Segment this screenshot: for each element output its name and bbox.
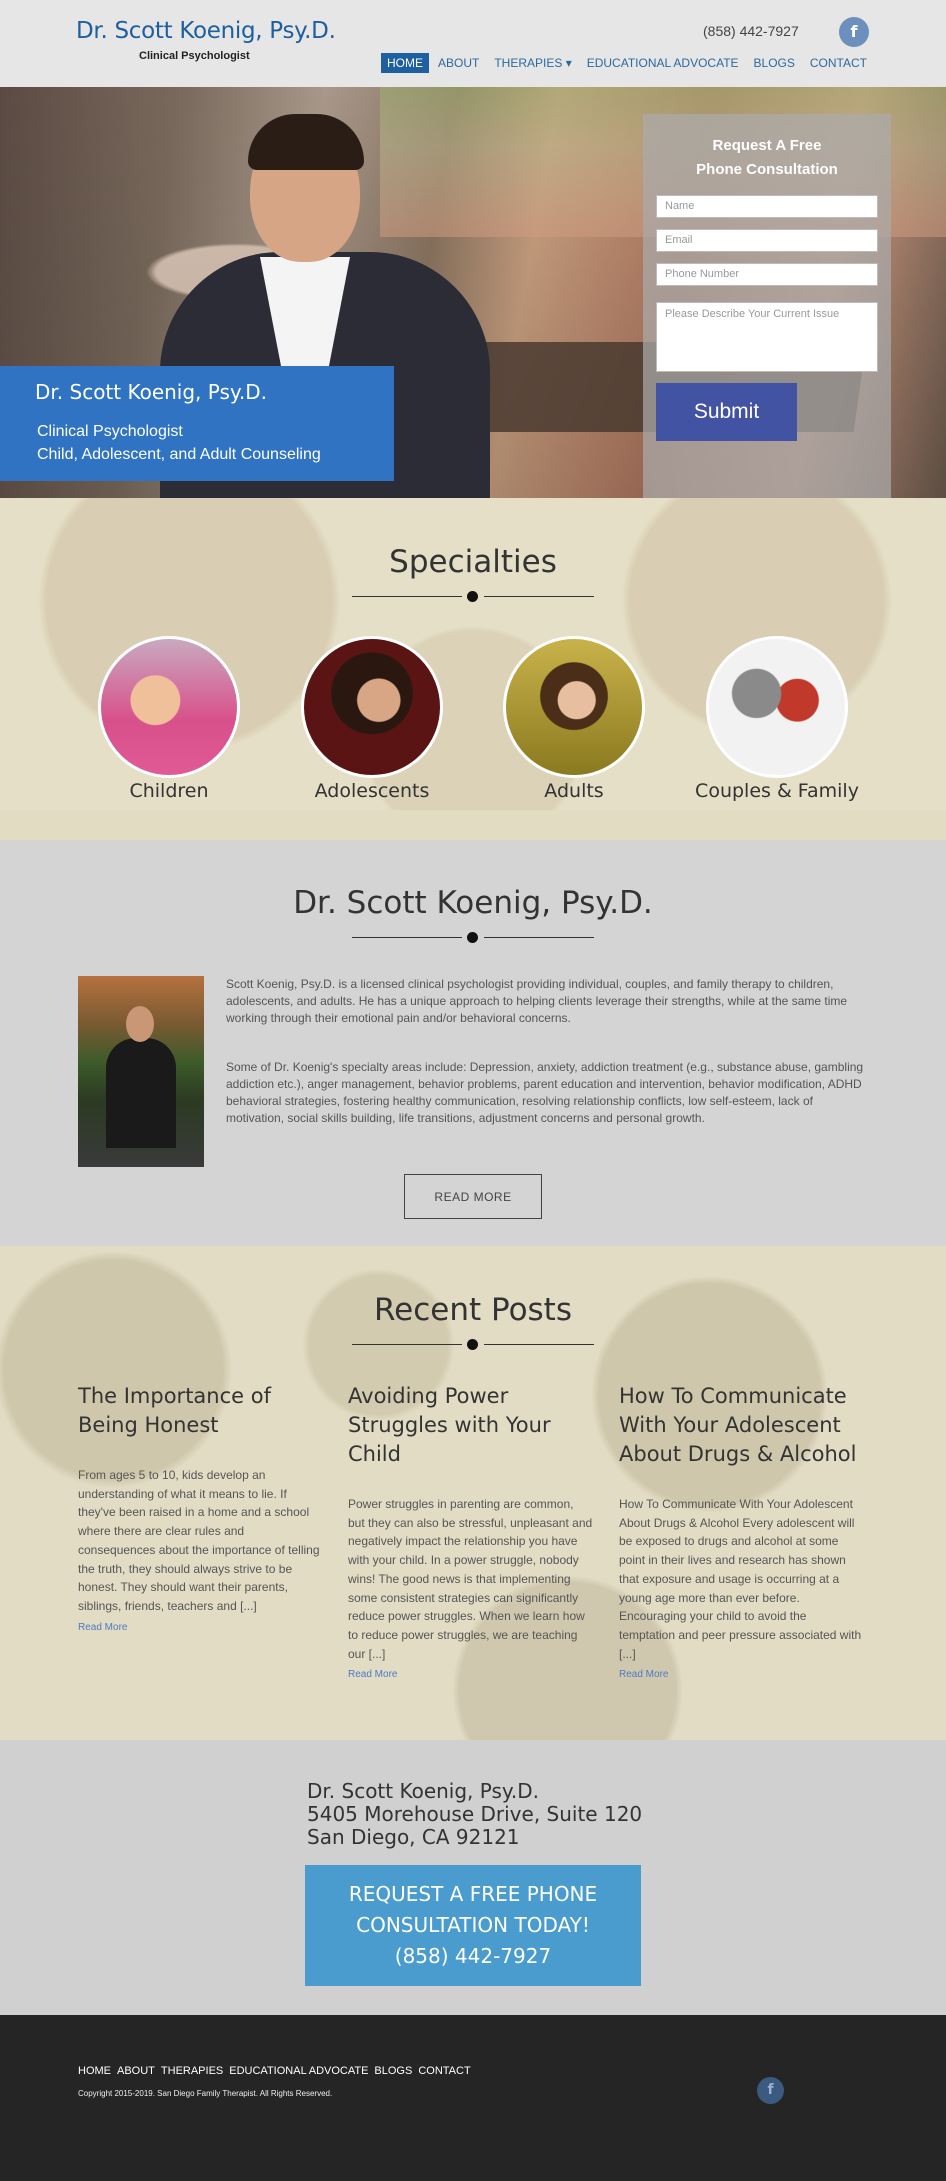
divider [352, 1338, 594, 1350]
contact-street: 5405 Morehouse Drive, Suite 120 [307, 1802, 643, 1826]
hero-line-2: Child, Adolescent, and Adult Counseling [37, 446, 321, 463]
phone-input[interactable]: Phone Number [656, 263, 878, 286]
post-excerpt: Power struggles in parenting are common,… [348, 1497, 593, 1661]
post-title[interactable]: How To Communicate With Your Adolescent … [619, 1382, 864, 1469]
read-more-button[interactable]: READ MORE [404, 1174, 542, 1219]
specialties-section: Specialties Children Adolescents Adults … [0, 498, 946, 840]
footer-nav-blogs[interactable]: BLOGS [374, 2065, 412, 2077]
couples-family-image [706, 636, 848, 778]
facebook-icon[interactable]: f [757, 2077, 784, 2104]
address-block: Dr. Scott Koenig, Psy.D. 5405 Morehouse … [307, 1780, 642, 1849]
specialties-title: Specialties [389, 544, 557, 580]
post-title[interactable]: Avoiding Power Struggles with Your Child [348, 1382, 593, 1469]
hero-name: Dr. Scott Koenig, Psy.D. [35, 380, 268, 404]
nav-about[interactable]: ABOUT [432, 53, 485, 73]
form-title: Request A Free Phone Consultation [696, 137, 838, 178]
logo-title[interactable]: Dr. Scott Koenig, Psy.D. [76, 18, 336, 44]
about-paragraph-2: Some of Dr. Koenig's specialty areas inc… [226, 1060, 864, 1125]
footer-nav-educational-advocate[interactable]: EDUCATIONAL ADVOCATE [229, 2065, 368, 2077]
main-nav: HOME ABOUT THERAPIES ▾ EDUCATIONAL ADVOC… [381, 53, 876, 73]
post-excerpt: How To Communicate With Your Adolescent … [619, 1497, 862, 1661]
footer-nav-therapies[interactable]: THERAPIES [161, 2065, 223, 2077]
posts-title: Recent Posts [373, 1292, 572, 1328]
post-excerpt: From ages 5 to 10, kids develop an under… [78, 1468, 320, 1613]
nav-blogs[interactable]: BLOGS [748, 53, 801, 73]
site-footer: HOME ABOUT THERAPIES EDUCATIONAL ADVOCAT… [0, 2015, 946, 2181]
email-input[interactable]: Email [656, 229, 878, 252]
hero-caption: Dr. Scott Koenig, Psy.D. Clinical Psycho… [0, 366, 394, 481]
consultation-form: Request A Free Phone Consultation Name E… [643, 114, 891, 498]
hero-line-1: Clinical Psychologist [37, 423, 183, 440]
specialty-children[interactable]: Children [79, 636, 259, 802]
facebook-icon[interactable]: f [839, 17, 869, 47]
divider [352, 590, 594, 602]
name-input[interactable]: Name [656, 195, 878, 218]
nav-home[interactable]: HOME [381, 53, 429, 73]
children-image [98, 636, 240, 778]
post-card: The Importance of Being Honest From ages… [78, 1382, 323, 1633]
specialty-adults[interactable]: Adults [484, 636, 664, 802]
post-title[interactable]: The Importance of Being Honest [78, 1382, 323, 1440]
divider [352, 931, 594, 943]
post-card: How To Communicate With Your Adolescent … [619, 1382, 864, 1680]
footer-nav-contact[interactable]: CONTACT [418, 2065, 470, 2077]
logo-subtitle: Clinical Psychologist [139, 50, 250, 62]
recent-posts-section: Recent Posts The Importance of Being Hon… [0, 1246, 946, 1740]
contact-section: Dr. Scott Koenig, Psy.D. 5405 Morehouse … [0, 1740, 946, 2015]
contact-city: San Diego, CA 92121 [307, 1825, 520, 1849]
nav-therapies[interactable]: THERAPIES ▾ [488, 53, 577, 73]
header-phone[interactable]: (858) 442-7927 [703, 23, 799, 39]
cta-button[interactable]: REQUEST A FREE PHONE CONSULTATION TODAY!… [305, 1865, 641, 1986]
post-read-more-link[interactable]: Read More [78, 1622, 323, 1633]
site-header: Dr. Scott Koenig, Psy.D. Clinical Psycho… [0, 0, 946, 87]
nav-contact[interactable]: CONTACT [804, 53, 873, 73]
contact-name: Dr. Scott Koenig, Psy.D. [307, 1779, 540, 1803]
post-read-more-link[interactable]: Read More [619, 1669, 864, 1680]
adults-image [503, 636, 645, 778]
submit-button[interactable]: Submit [656, 383, 797, 441]
issue-textarea[interactable]: Please Describe Your Current Issue [656, 302, 878, 372]
about-section: Dr. Scott Koenig, Psy.D. Scott Koenig, P… [0, 840, 946, 1246]
copyright: Copyright 2015-2019. San Diego Family Th… [78, 2089, 333, 2098]
post-read-more-link[interactable]: Read More [348, 1669, 593, 1680]
nav-educational-advocate[interactable]: EDUCATIONAL ADVOCATE [581, 53, 745, 73]
adolescents-image [301, 636, 443, 778]
about-paragraph-1: Scott Koenig, Psy.D. is a licensed clini… [226, 977, 848, 1025]
specialty-couples-family[interactable]: Couples & Family [687, 636, 867, 802]
footer-nav-home[interactable]: HOME [78, 2065, 111, 2077]
footer-nav-about[interactable]: ABOUT [117, 2065, 155, 2077]
about-title: Dr. Scott Koenig, Psy.D. [293, 885, 653, 921]
hero-banner: Dr. Scott Koenig, Psy.D. Clinical Psycho… [0, 87, 946, 498]
about-photo [78, 976, 204, 1167]
specialty-adolescents[interactable]: Adolescents [282, 636, 462, 802]
post-card: Avoiding Power Struggles with Your Child… [348, 1382, 593, 1680]
footer-nav: HOME ABOUT THERAPIES EDUCATIONAL ADVOCAT… [78, 2065, 477, 2077]
